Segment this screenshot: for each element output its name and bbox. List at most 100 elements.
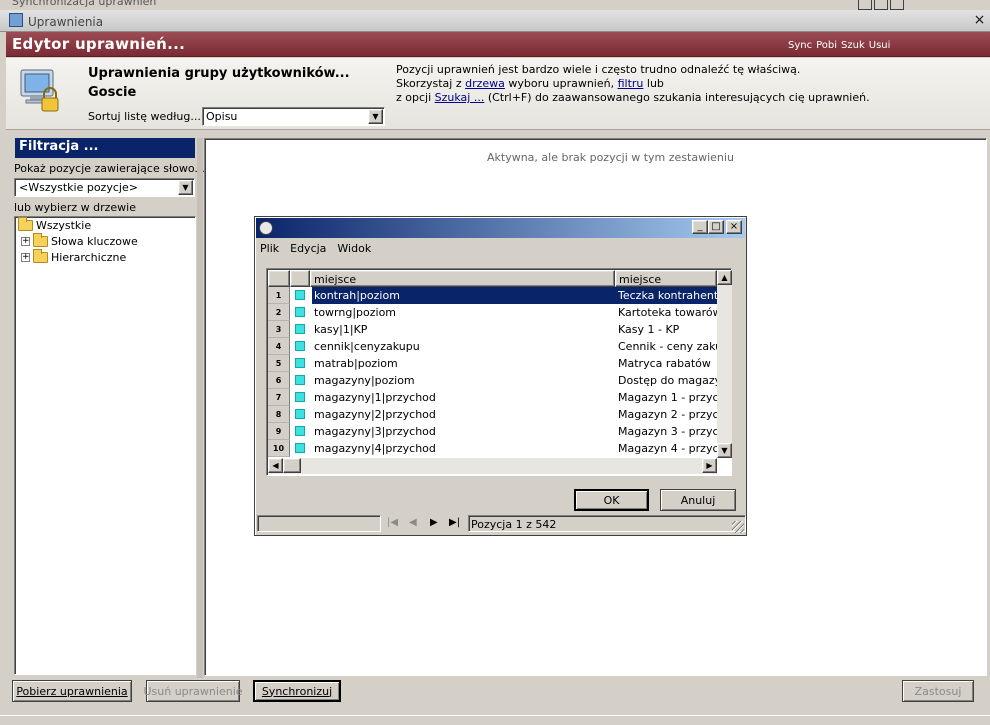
sort-label: Sortuj listę według... [88,110,201,123]
tree-item-label: Hierarchiczne [51,251,127,264]
banner-link-pobierz[interactable]: Pobi [816,40,837,51]
row-checkbox[interactable] [295,307,305,317]
fetch-permissions-button[interactable]: Pobierz uprawnienia [12,680,132,702]
tree-item-wszystkie[interactable]: Wszystkie [18,217,91,232]
row-checkbox[interactable] [295,341,305,351]
tree-link[interactable]: drzewa [465,77,505,90]
row-checkbox[interactable] [295,443,305,453]
table-row[interactable]: 8 magazyny|2|przychod Magazyn 2 - przychó [268,406,717,423]
row-checkbox[interactable] [295,290,305,300]
row-checkbox[interactable] [295,324,305,334]
row-checkbox[interactable] [295,375,305,385]
table-row[interactable]: 3 kasy|1|KP Kasy 1 - KP [268,321,717,338]
row-cell-desc: Kasy 1 - KP [618,323,680,336]
scroll-thumb[interactable] [283,458,301,473]
background-window-controls[interactable] [858,0,904,10]
maximize-button[interactable]: □ [708,220,724,234]
row-cell-key: kasy|1|KP [314,323,368,336]
resize-grip-icon[interactable] [732,521,744,533]
row-cell-desc: Magazyn 3 - przychó [618,425,717,438]
chevron-down-icon[interactable]: ▼ [368,109,383,124]
record-position: Pozycja 1 z 542 [471,518,557,531]
ok-button[interactable]: OK [574,489,649,511]
hint-text-part: wyboru uprawnień, [504,77,618,90]
window-titlebar [0,10,990,32]
ok-label: OK [603,493,620,507]
dialog-close-button[interactable]: × [726,220,742,234]
row-cell-desc: Cennik - ceny zakup [618,340,717,353]
background-window-strip: Synchronizacja uprawnień [0,0,990,10]
apply-button[interactable]: Zastosuj [902,680,974,702]
table-row[interactable]: 6 magazyny|poziom Dostęp do magazynó [268,372,717,389]
filter-tree[interactable] [14,216,196,675]
table-row[interactable]: 4 cennik|cenyzakupu Cennik - ceny zakup [268,338,717,355]
folder-icon [33,233,48,247]
cancel-label: Anuluj [680,493,716,507]
scroll-down-icon[interactable]: ▼ [717,443,732,458]
horizontal-scrollbar[interactable]: ◀ ▶ [268,458,717,474]
next-record-icon[interactable]: ▶ [430,517,438,528]
scroll-right-icon[interactable]: ▶ [702,458,717,473]
row-cell-key: matrab|poziom [314,357,398,370]
search-link[interactable]: Szukaj ... [435,91,485,104]
remove-permission-button[interactable]: Usuń uprawnienie [143,680,243,702]
row-number: 9 [268,423,290,440]
first-record-icon[interactable]: |◀ [387,517,398,528]
menu-edycja[interactable]: Edycja [290,242,326,255]
editor-title: Edytor uprawnień... [12,35,186,53]
hint-text: Pozycji uprawnień jest bardzo wiele i cz… [396,63,870,105]
row-cell-desc: Magazyn 1 - przychó [618,391,717,404]
fetch-permissions-label: Pobierz uprawnienia [16,684,128,698]
scroll-up-icon[interactable]: ▲ [717,270,732,285]
hint-text-part: Skorzystaj z [396,77,466,90]
folder-icon [33,249,48,263]
grid-check-header [290,270,310,287]
tree-item-hierarchiczne[interactable]: + Hierarchiczne [21,249,127,264]
window-close-button[interactable]: × [971,13,988,28]
filter-link[interactable]: filtru [618,77,644,90]
row-cell-key: magazyny|2|przychod [314,408,436,421]
row-number: 4 [268,338,290,355]
row-checkbox[interactable] [295,392,305,402]
row-number: 8 [268,406,290,423]
column-header-1[interactable]: miejsce [310,270,615,287]
chevron-down-icon[interactable]: ▼ [178,180,193,195]
folder-icon [18,217,33,231]
minimize-button[interactable]: _ [692,220,708,234]
row-checkbox[interactable] [295,358,305,368]
cancel-button[interactable]: Anuluj [660,489,736,511]
expand-icon[interactable]: + [21,253,30,262]
expand-icon[interactable]: + [21,237,30,246]
row-checkbox[interactable] [295,426,305,436]
app-icon [9,13,23,27]
table-row[interactable]: 9 magazyny|3|przychod Magazyn 3 - przychó [268,423,717,440]
menu-plik[interactable]: Plik [260,242,279,255]
table-row[interactable]: 1 kontrah|poziom Teczka kontrahenta [268,287,717,304]
table-row[interactable]: 2 towrng|poziom Kartoteka towarów [268,304,717,321]
synchronize-button[interactable]: Synchronizuj [253,680,341,702]
synchronize-label: Synchronizuj [261,684,333,698]
table-row[interactable]: 10 magazyny|4|przychod Magazyn 4 - przychó [268,440,717,457]
tree-item-slowa-kluczowe[interactable]: + Słowa kluczowe [21,233,138,248]
empty-message: Aktywna, ale brak pozycji w tym zestawie… [487,151,734,164]
last-record-icon[interactable]: ▶| [449,517,460,528]
table-row[interactable]: 7 magazyny|1|przychod Magazyn 1 - przychó [268,389,717,406]
column-header-2[interactable]: miejsce [615,270,717,287]
scroll-left-icon[interactable]: ◀ [268,458,283,473]
menu-widok[interactable]: Widok [337,242,371,255]
group-name: Goscie [88,85,137,100]
banner-link-sync[interactable]: Sync [788,40,812,51]
table-row[interactable]: 5 matrab|poziom Matryca rabatów [268,355,717,372]
row-cell-key: magazyny|1|przychod [314,391,436,404]
prev-record-icon[interactable]: ◀ [409,517,417,528]
vertical-scrollbar[interactable]: ▲ ▼ [717,270,732,458]
remove-permission-label: Usuń uprawnienie [143,684,243,698]
banner-link-szukaj[interactable]: Szuk [841,40,865,51]
row-cell-desc: Matryca rabatów [618,357,711,370]
row-cell-key: magazyny|3|przychod [314,425,436,438]
panel-splitter[interactable] [197,138,203,678]
banner-link-usun[interactable]: Usui [869,40,891,51]
row-number: 7 [268,389,290,406]
row-checkbox[interactable] [295,409,305,419]
banner-links: Sync Pobi Szuk Usui [788,40,894,51]
